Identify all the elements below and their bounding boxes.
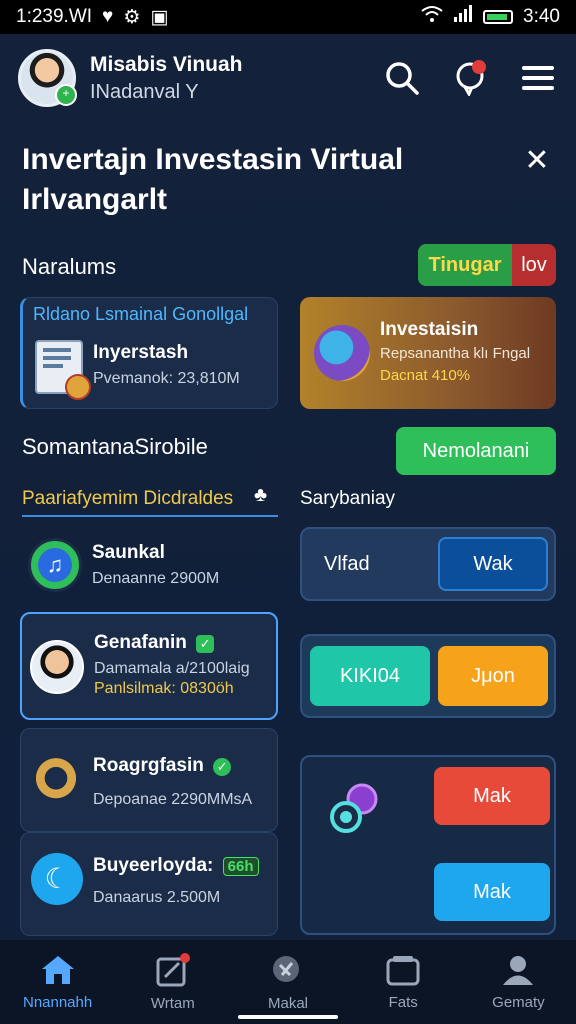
home-indicator xyxy=(238,1015,338,1019)
card-title: Inyerstash xyxy=(93,342,189,363)
app-header: + Misabis Vinuah INadanval Y xyxy=(0,34,576,122)
close-button[interactable]: ✕ xyxy=(522,146,552,176)
home-icon xyxy=(41,955,74,984)
list-item-subtitle: Depoanae 2290MMsA xyxy=(93,791,253,808)
list-item-detail: Panlsilmak: 0830öh xyxy=(94,680,234,697)
card-header: Rldano Lsmainal Gonollgal xyxy=(33,304,249,324)
avatar xyxy=(30,640,84,694)
nav-label: Makal xyxy=(268,994,309,1012)
menu-icon xyxy=(522,66,554,90)
search-icon xyxy=(386,62,419,95)
toggle-segment-2[interactable]: lov xyxy=(512,244,556,286)
online-badge-icon: + xyxy=(55,84,77,106)
wallet-icon xyxy=(386,955,420,985)
panel3-button-1[interactable]: Mak xyxy=(434,767,550,825)
list-item-title: Genafanin ✓ xyxy=(94,632,215,654)
panel2-button-1[interactable]: KIKI04 xyxy=(310,646,430,706)
investment-title: Investaisin xyxy=(380,319,479,340)
section-label-2: SomantanaSirobile xyxy=(22,434,208,459)
list-item-title: Buyeerloyda: 66h xyxy=(93,855,259,877)
panel3-button-2[interactable]: Mak xyxy=(434,863,550,921)
bird-app-icon: ☾ xyxy=(31,853,83,905)
nav-profile[interactable]: Gematy xyxy=(461,940,576,1024)
profile-icon xyxy=(503,955,534,985)
notifications-button[interactable] xyxy=(450,58,490,98)
music-app-icon: ♫ xyxy=(28,538,82,592)
list-item-selected[interactable]: Genafanin ✓ Damamala а/2100lаig Panlsilm… xyxy=(20,612,278,720)
action-panel-3: Mak Mak xyxy=(300,755,556,935)
app-icon: ▣ xyxy=(150,6,169,28)
nav-label: Fats xyxy=(388,993,418,1011)
card-subtitle: Pvemanok: 23,810M xyxy=(93,370,240,387)
signal-icon xyxy=(453,5,473,29)
tab-left[interactable]: Paariafyemim Dicdraldes xyxy=(22,488,233,510)
investment-rate: Dacnat 410% xyxy=(380,367,471,384)
menu-button[interactable] xyxy=(518,58,558,98)
heart-icon: ♥ xyxy=(102,6,114,27)
edit-icon xyxy=(156,952,190,986)
settings-icon: ⚙ xyxy=(123,6,141,28)
nav-home[interactable]: Nnannahh xyxy=(0,940,115,1024)
list-item-title: Roagrgfasin ✓ xyxy=(93,755,232,777)
page-title: Invertajn Investasin Virtual Irlvangarlt xyxy=(22,143,404,216)
nav-label: Wrtam xyxy=(150,994,195,1012)
close-icon: ✕ xyxy=(524,144,550,177)
action-panel-1: Vlfad Wak xyxy=(300,527,556,601)
investment-subtitle: Repsanantha klı Fngal xyxy=(380,345,531,362)
list-item-subtitle: Damamala а/2100lаig xyxy=(94,660,250,677)
camera-icon xyxy=(31,753,81,809)
list-item-subtitle: Denaanne 2900M xyxy=(92,570,220,587)
panel1-button[interactable]: Wak xyxy=(438,537,548,591)
wifi-icon xyxy=(421,5,443,29)
battery-icon xyxy=(483,10,514,24)
list-item[interactable]: ☾ Buyeerloyda: 66h Danaarus 2.500M xyxy=(20,832,278,936)
search-icon xyxy=(273,955,299,982)
user-name: Misabis Vinuah xyxy=(90,52,243,76)
segment-toggle[interactable]: Tinugar lov xyxy=(418,244,556,286)
status-time: 1:239.WI xyxy=(16,6,93,27)
toggle-segment-1[interactable]: Tinugar xyxy=(418,244,512,286)
bottom-navigation: Nnannahh Wrtam Makal Fats Gematy xyxy=(0,940,576,1024)
duration-badge: 66h xyxy=(222,857,259,876)
nav-wallet[interactable]: Fats xyxy=(346,940,461,1024)
portfolio-card[interactable]: Rldano Lsmainal Gonollgal Inyerstash Pve… xyxy=(20,297,278,409)
action-panel-2: KIKI04 Jμon xyxy=(300,634,556,718)
list-item-title: Saunkal xyxy=(92,542,165,563)
club-icon: ♣ xyxy=(254,484,268,506)
globe-chart-icon xyxy=(314,325,370,381)
tab-right[interactable]: Sarybaniay xyxy=(300,488,395,510)
investment-card[interactable]: Investaisin Repsanantha klı Fngal Dacnat… xyxy=(300,297,556,409)
check-badge-icon: ✓ xyxy=(213,758,232,776)
nav-write[interactable]: Wrtam xyxy=(115,940,230,1024)
status-bar: 1:239.WI ♥ ⚙ ▣ 3:40 xyxy=(0,0,576,34)
notification-dot xyxy=(472,60,486,74)
tab-underline xyxy=(22,515,278,517)
list-item[interactable]: ♫ Saunkal Denaanne 2900M xyxy=(20,524,278,610)
avatar[interactable]: + xyxy=(18,49,77,107)
section-label-1: Naralums xyxy=(22,254,117,279)
nav-explore[interactable]: Makal xyxy=(230,940,345,1024)
main-content: Invertajn Investasin Virtual Irlvangarlt… xyxy=(0,122,576,940)
user-subtitle: INadanval Y xyxy=(90,80,199,103)
shield-check-icon: ✓ xyxy=(196,635,215,653)
section-action-button[interactable]: Nemolanani xyxy=(396,427,556,475)
panel2-button-2[interactable]: Jμon xyxy=(438,646,548,706)
nav-label: Nnannahh xyxy=(22,993,93,1011)
list-item-subtitle: Danaarus 2.500M xyxy=(93,889,221,906)
search-button[interactable] xyxy=(382,58,422,98)
robot-chat-icon xyxy=(326,779,386,839)
panel-label: Vlfad xyxy=(324,553,370,575)
list-item[interactable]: Roagrgfasin ✓ Depoanae 2290MMsA xyxy=(20,728,278,832)
status-clock: 3:40 xyxy=(523,6,560,27)
document-icon xyxy=(35,340,91,400)
nav-label: Gematy xyxy=(492,993,545,1011)
